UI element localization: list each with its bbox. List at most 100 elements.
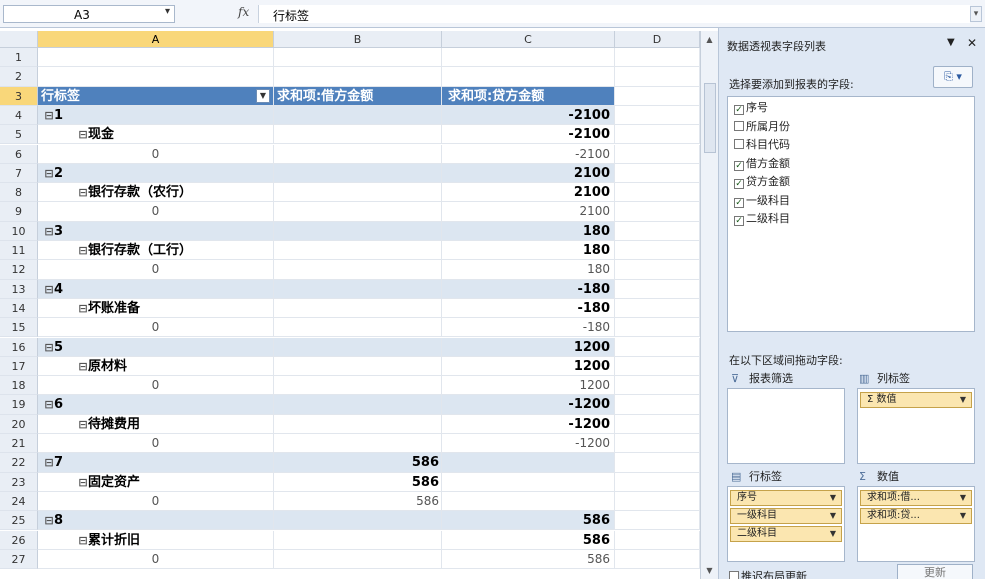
column-header-c[interactable]: C	[442, 31, 615, 48]
collapse-icon[interactable]: ⊟	[44, 164, 54, 182]
cell-c[interactable]: -2100	[442, 144, 615, 164]
cell-b[interactable]	[274, 356, 442, 377]
cell-d[interactable]	[615, 414, 700, 434]
field-list[interactable]: ✓ 序号 所属月份 科目代码 ✓ 借方金额 ✓ 贷方金额 ✓ 一级科目 ✓ 二级科目	[727, 96, 975, 332]
cell-d[interactable]	[615, 356, 700, 377]
field-item[interactable]: ✓ 贷方金额	[734, 174, 790, 190]
collapse-icon[interactable]: ⊟	[44, 338, 54, 356]
cell-a[interactable]: ⊟8	[38, 511, 274, 531]
vertical-scrollbar[interactable]: ▲ ▼	[700, 31, 718, 579]
cell-d[interactable]	[615, 530, 700, 550]
cell-a[interactable]: 0	[38, 260, 274, 280]
cell-a[interactable]: ⊟原材料	[38, 356, 274, 377]
row-header[interactable]: 11	[0, 241, 38, 261]
chevron-down-icon[interactable]: ▼	[960, 509, 966, 523]
cell-d[interactable]	[615, 260, 700, 280]
cell-a[interactable]: ⊟6	[38, 395, 274, 415]
row-header[interactable]: 2	[0, 67, 38, 87]
cell-b[interactable]	[274, 144, 442, 164]
cell-d[interactable]	[615, 125, 700, 145]
row-labels-area[interactable]: 序号 ▼ 一级科目 ▼ 二级科目 ▼	[727, 486, 845, 562]
collapse-icon[interactable]: ⊟	[44, 280, 54, 298]
cell-b[interactable]	[274, 202, 442, 222]
cell-b[interactable]: 586	[274, 472, 442, 492]
row-header[interactable]: 25	[0, 511, 38, 531]
cell-c[interactable]	[442, 48, 615, 68]
chevron-down-icon[interactable]: ▼	[830, 527, 836, 541]
cell-b[interactable]	[274, 105, 442, 126]
checkbox[interactable]: ✓	[734, 105, 744, 115]
field-item[interactable]: 科目代码	[734, 137, 790, 153]
cell-a[interactable]: 0	[38, 491, 274, 512]
cell-d[interactable]	[615, 511, 700, 531]
row-header[interactable]: 26	[0, 530, 38, 550]
row-header[interactable]: 6	[0, 144, 38, 164]
cell-d[interactable]	[615, 221, 700, 241]
row-header[interactable]: 24	[0, 491, 38, 512]
checkbox[interactable]	[734, 120, 744, 131]
cell-d[interactable]	[615, 472, 700, 492]
cell-b[interactable]	[274, 395, 442, 415]
row-header[interactable]: 21	[0, 434, 38, 454]
cell-c[interactable]: 1200	[442, 356, 615, 377]
cell-b[interactable]	[274, 241, 442, 261]
cell-b[interactable]: 586	[274, 453, 442, 473]
cell-d[interactable]	[615, 491, 700, 512]
cell-b[interactable]	[274, 298, 442, 319]
row-header[interactable]: 8	[0, 183, 38, 203]
cell-d[interactable]	[615, 241, 700, 261]
chevron-down-icon[interactable]: ▼	[830, 509, 836, 523]
row-header[interactable]: 14	[0, 298, 38, 319]
cell-c[interactable]: 180	[442, 221, 615, 241]
cell-b[interactable]	[274, 163, 442, 184]
cell-a[interactable]: 0	[38, 549, 274, 570]
cell-a[interactable]	[38, 67, 274, 87]
collapse-icon[interactable]: ⊟	[78, 473, 88, 491]
cell-c[interactable]: 586	[442, 549, 615, 570]
row-header[interactable]: 27	[0, 549, 38, 570]
cell-c[interactable]	[442, 67, 615, 87]
pane-menu-icon[interactable]: ▼	[947, 37, 955, 48]
cell-d[interactable]	[615, 434, 700, 454]
cell-b[interactable]	[274, 279, 442, 299]
cell-a[interactable]: ⊟4	[38, 279, 274, 299]
column-header-b[interactable]: B	[274, 31, 442, 48]
cell-b[interactable]	[274, 414, 442, 434]
field-item[interactable]: ✓ 序号	[734, 100, 768, 116]
cell-a[interactable]: 0	[38, 318, 274, 338]
report-filter-area[interactable]	[727, 388, 845, 464]
close-icon[interactable]: ✕	[967, 36, 977, 50]
cell-a[interactable]: 0	[38, 434, 274, 454]
cell-c[interactable]: -180	[442, 279, 615, 299]
cell-d[interactable]	[615, 202, 700, 222]
checkbox[interactable]	[734, 139, 744, 149]
row-header[interactable]: 22	[0, 453, 38, 473]
cell-c[interactable]: 2100	[442, 163, 615, 184]
row-header[interactable]: 4	[0, 105, 38, 126]
expand-formula-bar-button[interactable]: ▾	[970, 6, 982, 22]
row-header[interactable]: 20	[0, 414, 38, 434]
collapse-icon[interactable]: ⊟	[78, 299, 88, 317]
cell-a[interactable]: ⊟1	[38, 105, 274, 126]
cell-b[interactable]	[274, 376, 442, 396]
field-chip[interactable]: 二级科目 ▼	[730, 526, 842, 542]
field-chip[interactable]: Σ 数值 ▼	[860, 392, 972, 408]
row-label-filter-button[interactable]: ▼	[256, 88, 270, 103]
collapse-icon[interactable]: ⊟	[44, 222, 54, 240]
cell-c[interactable]: 180	[442, 241, 615, 261]
chevron-down-icon[interactable]: ▼	[960, 393, 966, 407]
cell-c[interactable]: 1200	[442, 337, 615, 357]
chevron-down-icon[interactable]: ▼	[830, 491, 836, 505]
field-chip[interactable]: 序号 ▼	[730, 490, 842, 506]
cell-a[interactable]: ⊟3	[38, 221, 274, 241]
cell-d[interactable]	[615, 337, 700, 357]
cell-c[interactable]: -180	[442, 318, 615, 338]
cell-b[interactable]: 586	[274, 491, 442, 512]
row-header[interactable]: 5	[0, 125, 38, 145]
row-header[interactable]: 16	[0, 337, 38, 357]
row-header[interactable]: 12	[0, 260, 38, 280]
row-header[interactable]: 17	[0, 356, 38, 377]
cell-d[interactable]	[615, 279, 700, 299]
row-header[interactable]: 18	[0, 376, 38, 396]
cell-a[interactable]: ⊟银行存款（工行）	[38, 241, 274, 261]
